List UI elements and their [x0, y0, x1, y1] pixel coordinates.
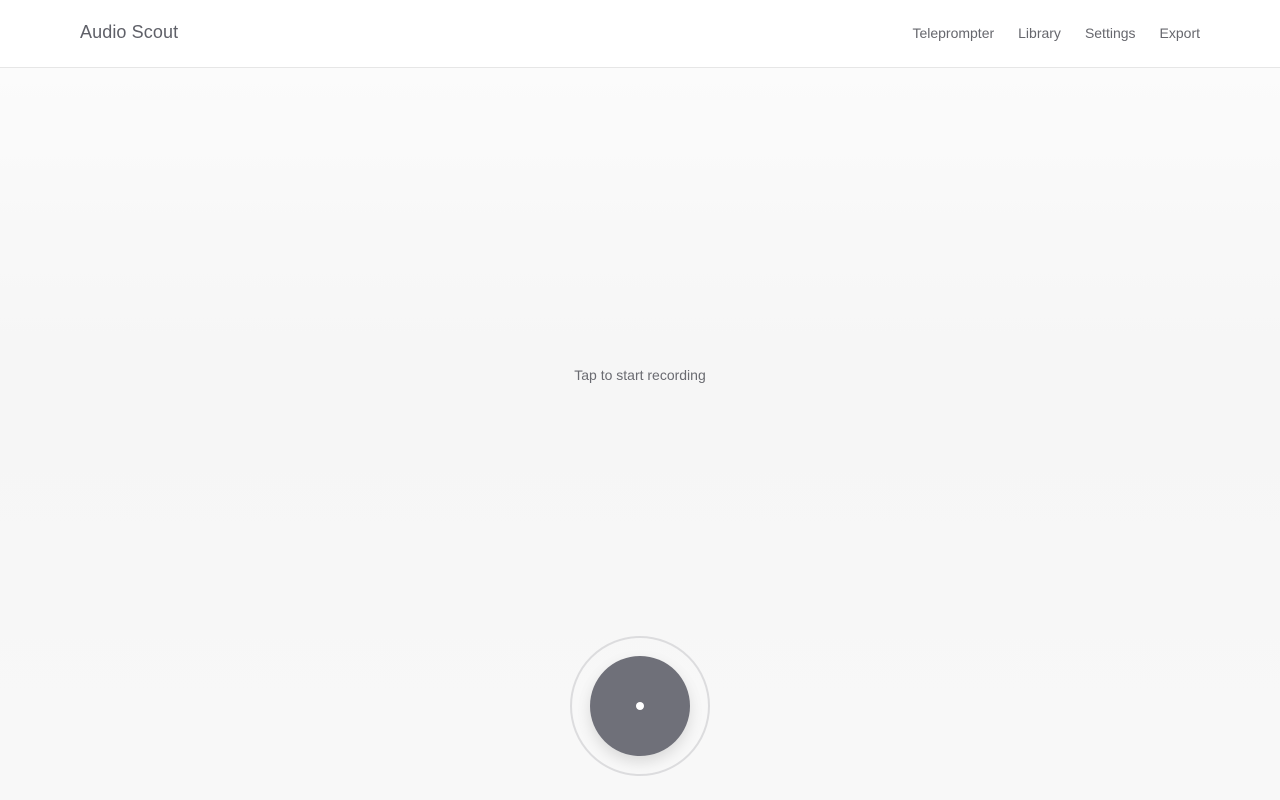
nav-settings[interactable]: Settings [1085, 25, 1136, 41]
top-bar: Audio Scout Teleprompter Library Setting… [0, 0, 1280, 68]
nav-teleprompter[interactable]: Teleprompter [912, 25, 994, 41]
recording-area: Tap to start recording [0, 68, 1280, 800]
nav-library[interactable]: Library [1018, 25, 1061, 41]
recording-prompt: Tap to start recording [574, 367, 706, 383]
nav-export[interactable]: Export [1160, 25, 1200, 41]
main-nav: Teleprompter Library Settings Export [912, 25, 1200, 41]
record-dot-icon [636, 702, 644, 710]
record-button[interactable] [590, 656, 690, 756]
app-title: Audio Scout [80, 22, 179, 42]
